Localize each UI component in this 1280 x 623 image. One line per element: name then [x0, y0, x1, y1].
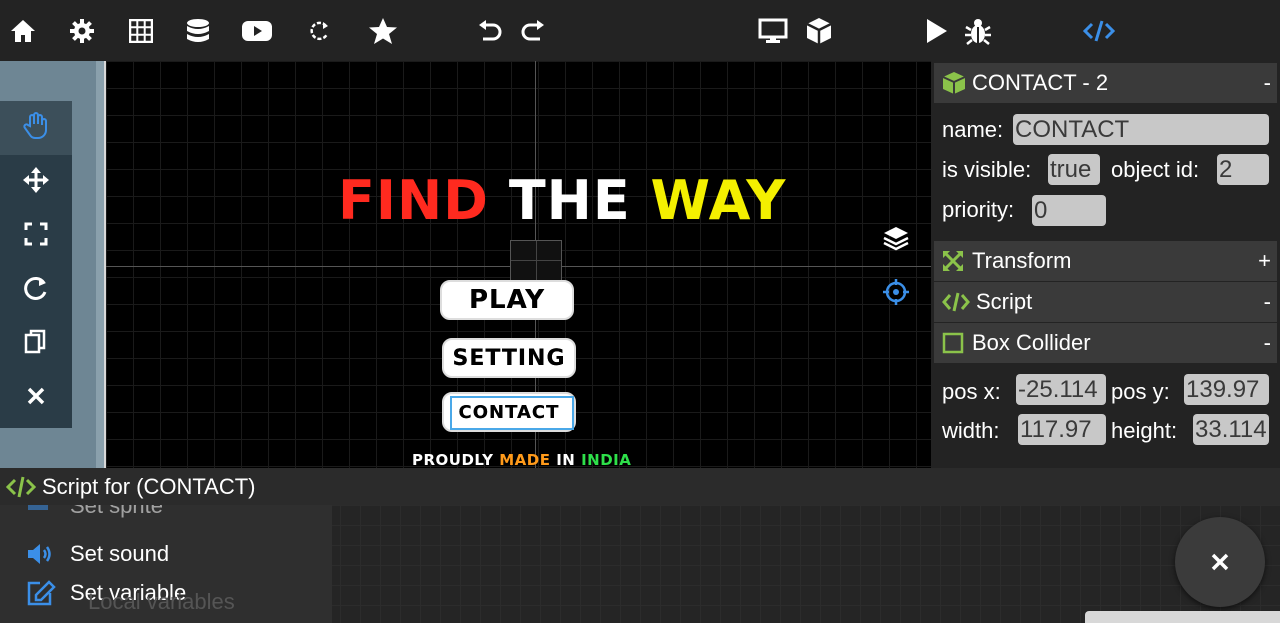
box-collider-title: Box Collider: [972, 330, 1091, 355]
credit-made: MADE: [499, 451, 551, 468]
credit-india: INDIA: [581, 451, 632, 468]
database-icon[interactable]: [181, 14, 215, 48]
square-icon: [942, 332, 964, 354]
grid-icon[interactable]: [124, 14, 158, 48]
inspector-panel: CONTACT - 2 - name: CONTACT is visible: …: [931, 61, 1280, 468]
block-palette[interactable]: Set sprite Set sound Set variable Local …: [0, 505, 332, 623]
delete-tool-button[interactable]: [0, 371, 72, 425]
visible-label: is visible:: [942, 157, 1032, 182]
gear-icon[interactable]: [65, 14, 99, 48]
title-word-find: FIND: [338, 169, 489, 232]
bug-icon[interactable]: [961, 14, 995, 48]
selection-outline: [450, 396, 574, 430]
close-script-button[interactable]: [1175, 517, 1265, 607]
scale-icon: [24, 222, 48, 251]
transform-icon: [942, 250, 964, 272]
rotate-tool-button[interactable]: [0, 263, 72, 317]
box-collider-header[interactable]: Box Collider -: [934, 323, 1277, 363]
monitor-icon[interactable]: [756, 14, 790, 48]
script-panel-title: Script for (CONTACT): [42, 473, 256, 499]
credit-text[interactable]: PROUDLY MADE IN INDIA: [412, 451, 631, 468]
scale-tool-button[interactable]: [0, 209, 72, 263]
move-icon: [23, 166, 49, 198]
object-header[interactable]: CONTACT - 2 -: [934, 63, 1277, 103]
object-collapse-toggle[interactable]: -: [1264, 70, 1271, 96]
close-icon: [1211, 553, 1229, 571]
code-icon: [942, 292, 970, 312]
object-id-label: object id:: [1111, 157, 1200, 182]
width-label: width:: [942, 418, 1000, 443]
object-id-field[interactable]: 2: [1217, 154, 1269, 185]
script-collapse-toggle[interactable]: -: [1264, 289, 1271, 315]
move-tool-button[interactable]: [0, 155, 72, 209]
speaker-icon: [26, 542, 56, 566]
bottom-tab-handle[interactable]: [1085, 611, 1280, 623]
name-field[interactable]: CONTACT: [1013, 114, 1269, 145]
title-word-way: WAY: [650, 169, 787, 232]
transform-header[interactable]: Transform +: [934, 241, 1277, 281]
pos-y-label: pos y:: [1111, 379, 1170, 404]
title-word-the: THE: [508, 169, 631, 232]
cube-icon[interactable]: [802, 14, 836, 48]
play-icon[interactable]: [919, 14, 953, 48]
code-icon[interactable]: [1082, 14, 1116, 48]
undo-icon[interactable]: [473, 14, 507, 48]
credit-proudly: PROUDLY: [412, 451, 494, 468]
visible-field[interactable]: true: [1048, 154, 1100, 185]
block-set-sprite[interactable]: Set sprite: [26, 505, 163, 519]
script-panel-header[interactable]: Script for (CONTACT): [0, 468, 1280, 505]
rotate-icon: [23, 275, 49, 306]
sprite-icon: [26, 505, 56, 518]
transform-title: Transform: [972, 248, 1072, 273]
contact-sprite[interactable]: CONTACT: [442, 392, 576, 432]
scene-canvas[interactable]: FIND THE WAY PLAY SETTING CONTACT PROUDL…: [0, 61, 931, 468]
credit-in: IN: [556, 451, 576, 468]
pos-x-field[interactable]: -25.114: [1016, 374, 1106, 405]
hand-tool-button[interactable]: [0, 101, 72, 155]
empty-sprite-placeholder[interactable]: [510, 240, 562, 281]
script-header[interactable]: Script -: [934, 282, 1277, 322]
height-field[interactable]: 33.114: [1193, 414, 1269, 445]
redo-icon[interactable]: [516, 14, 550, 48]
play-sprite[interactable]: PLAY: [440, 280, 574, 320]
transform-expand-toggle[interactable]: +: [1258, 248, 1271, 274]
block-set-sound[interactable]: Set sound: [26, 541, 169, 567]
copy-tool-button[interactable]: [0, 317, 72, 371]
block-set-sound-label: Set sound: [70, 541, 170, 566]
setting-sprite-label: SETTING: [452, 345, 566, 371]
width-field[interactable]: 117.97: [1018, 414, 1106, 445]
object-header-title: CONTACT - 2: [972, 70, 1109, 95]
crosshair-icon[interactable]: [881, 277, 911, 307]
play-sprite-label: PLAY: [468, 285, 546, 315]
local-variables-ghost: Local variables: [88, 589, 235, 614]
top-toolbar: [0, 0, 1280, 61]
transform-tools-panel: [0, 101, 72, 428]
copy-icon: [24, 329, 48, 360]
layers-icon[interactable]: [881, 223, 911, 253]
script-title: Script: [976, 289, 1033, 314]
star-icon[interactable]: [366, 14, 400, 48]
name-label: name:: [942, 117, 1004, 142]
edit-icon: [26, 580, 56, 606]
hand-icon: [23, 111, 49, 145]
height-label: height:: [1111, 418, 1178, 443]
game-title[interactable]: FIND THE WAY: [338, 169, 786, 232]
priority-field[interactable]: 0: [1032, 195, 1106, 226]
pos-x-label: pos x:: [942, 379, 1001, 404]
delete-icon: [26, 386, 46, 411]
code-icon: [6, 476, 36, 498]
block-set-sprite-label: Set sprite: [70, 505, 163, 518]
cube-icon: [942, 71, 966, 95]
reload-icon[interactable]: [303, 14, 337, 48]
setting-sprite[interactable]: SETTING: [442, 338, 576, 378]
youtube-icon[interactable]: [240, 14, 274, 48]
pos-y-field[interactable]: 139.97: [1184, 374, 1269, 405]
box-collider-collapse-toggle[interactable]: -: [1264, 330, 1271, 356]
home-icon[interactable]: [6, 14, 40, 48]
canvas-left-margin-inner: [96, 61, 104, 468]
priority-label: priority:: [942, 197, 1015, 222]
